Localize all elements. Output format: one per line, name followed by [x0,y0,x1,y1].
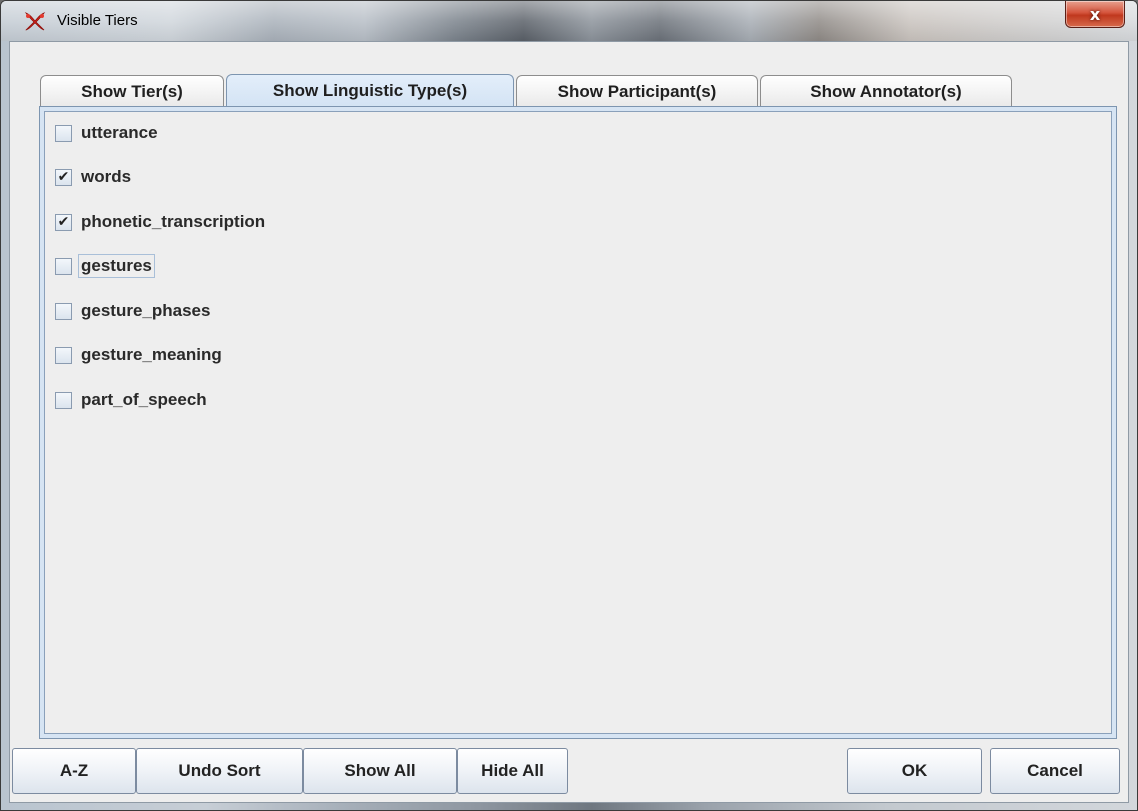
sort-az-button[interactable]: A-Z [12,748,136,794]
type-item-phonetic-transcription[interactable]: ✔ phonetic_transcription [55,209,268,235]
title-bar[interactable]: Visible Tiers x [1,1,1137,41]
window-title: Visible Tiers [57,12,138,29]
tab-label: Show Participant(s) [557,81,717,101]
close-icon: x [1089,4,1101,24]
close-button[interactable]: x [1065,1,1125,28]
type-label: words [81,167,132,186]
type-item-gesture-phases[interactable]: gesture_phases [55,298,213,324]
checkbox[interactable] [55,391,72,409]
dialog-content: Show Tier(s) Show Linguistic Type(s) Sho… [9,41,1129,803]
type-item-part-of-speech[interactable]: part_of_speech [55,387,210,413]
type-label: utterance [81,123,158,142]
tab-show-annotators[interactable]: Show Annotator(s) [760,75,1012,107]
cancel-button[interactable]: Cancel [990,748,1120,794]
type-item-gestures[interactable]: gestures [55,253,155,279]
linguistic-type-panel: utterance ✔ words ✔ phonetic_transcripti… [39,106,1117,739]
show-all-button[interactable]: Show All [303,748,457,794]
type-item-gesture-meaning[interactable]: gesture_meaning [55,342,225,368]
tab-show-linguistic-types[interactable]: Show Linguistic Type(s) [226,74,514,107]
hide-all-button[interactable]: Hide All [457,748,568,794]
checkbox[interactable] [55,346,72,364]
undo-sort-button[interactable]: Undo Sort [136,748,303,794]
checkbox[interactable] [55,302,72,320]
tab-label: Show Annotator(s) [810,81,962,101]
checkbox[interactable] [55,257,72,275]
elan-app-icon [24,12,46,31]
tab-show-participants[interactable]: Show Participant(s) [516,75,758,107]
checkbox[interactable]: ✔ [55,168,72,186]
type-label: gestures [78,254,155,278]
tab-show-tiers[interactable]: Show Tier(s) [40,75,224,107]
checkbox[interactable] [55,124,72,142]
tab-label: Show Tier(s) [81,81,183,101]
visible-tiers-dialog: Visible Tiers x Show Tier(s) Show Lingui… [0,0,1138,811]
type-label: gesture_phases [81,301,211,320]
type-list: utterance ✔ words ✔ phonetic_transcripti… [44,111,1112,734]
tab-label: Show Linguistic Type(s) [272,81,468,100]
type-label: gesture_meaning [81,345,222,364]
tab-bar: Show Tier(s) Show Linguistic Type(s) Sho… [40,73,1014,107]
type-label: phonetic_transcription [81,212,266,231]
type-item-utterance[interactable]: utterance [55,120,161,146]
checkbox[interactable]: ✔ [55,213,72,231]
ok-button[interactable]: OK [847,748,982,794]
type-item-words[interactable]: ✔ words [55,164,134,190]
type-label: part_of_speech [81,390,207,409]
